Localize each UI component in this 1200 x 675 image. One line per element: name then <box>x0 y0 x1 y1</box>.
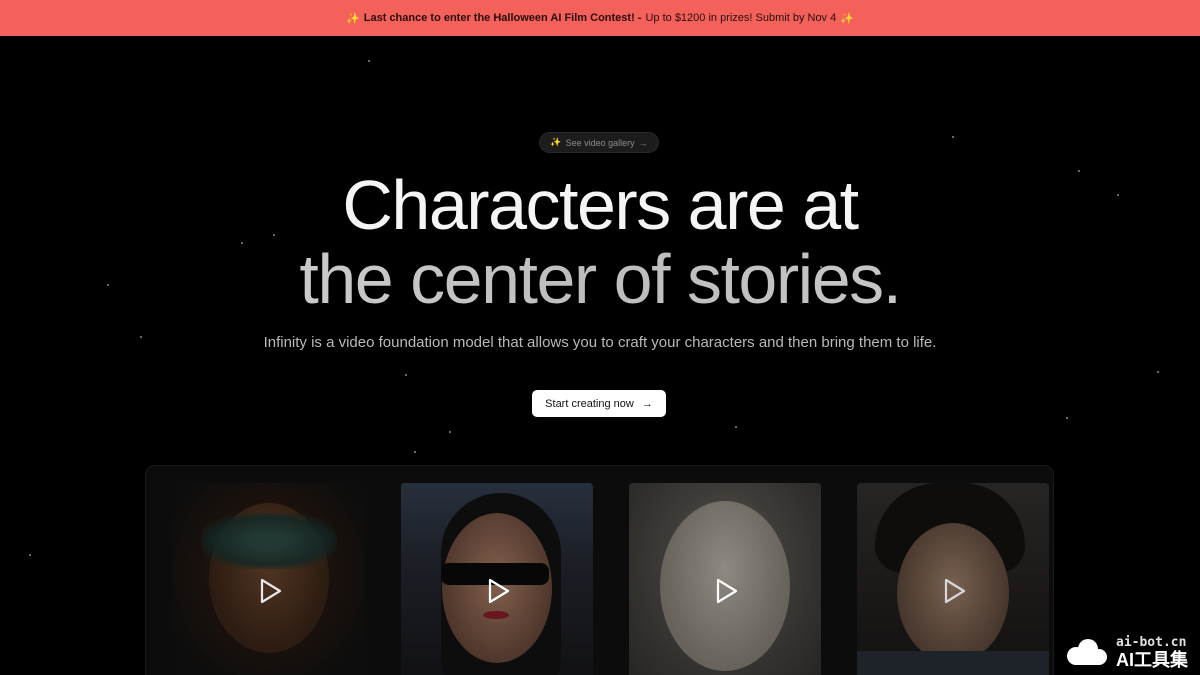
arrow-right-icon: → <box>638 137 648 148</box>
start-creating-button[interactable]: Start creating now → <box>532 390 666 417</box>
video-card-young-man[interactable] <box>857 483 1049 675</box>
hero-headline: Characters are at the center of stories. <box>0 168 1200 316</box>
sparkle-icon: ✨ <box>346 12 360 25</box>
video-card-masked-woman[interactable] <box>173 483 365 675</box>
cta-label: Start creating now <box>545 397 634 410</box>
hero-subtitle: Infinity is a video foundation model tha… <box>263 334 937 351</box>
headline-line-2: the center of stories. <box>0 242 1200 316</box>
sparkle-icon: ✨ <box>840 12 854 25</box>
play-icon[interactable] <box>254 576 284 606</box>
watermark: ai-bot.cn AI工具集 <box>1062 636 1188 669</box>
arrow-right-icon: → <box>641 397 653 410</box>
gallery-pill-label: See video gallery <box>565 137 635 148</box>
see-video-gallery-link[interactable]: ✨ See video gallery → <box>539 132 659 153</box>
sparkle-icon: ✨ <box>550 137 562 147</box>
watermark-brand: AI工具集 <box>1116 650 1188 670</box>
headline-line-1: Characters are at <box>342 166 859 244</box>
cloud-logo-icon <box>1067 638 1107 665</box>
banner-rest-text: Up to $1200 in prizes! Submit by Nov 4 <box>645 12 837 24</box>
play-icon[interactable] <box>482 576 512 606</box>
announcement-banner[interactable]: ✨ Last chance to enter the Halloween AI … <box>0 0 1200 36</box>
banner-bold-text: Last chance to enter the Halloween AI Fi… <box>363 12 642 24</box>
play-icon[interactable] <box>710 576 740 606</box>
video-card-statue[interactable] <box>629 483 821 675</box>
video-card-woman-sunglasses[interactable] <box>401 483 593 675</box>
watermark-domain: ai-bot.cn <box>1116 635 1187 650</box>
play-icon[interactable] <box>938 576 968 606</box>
